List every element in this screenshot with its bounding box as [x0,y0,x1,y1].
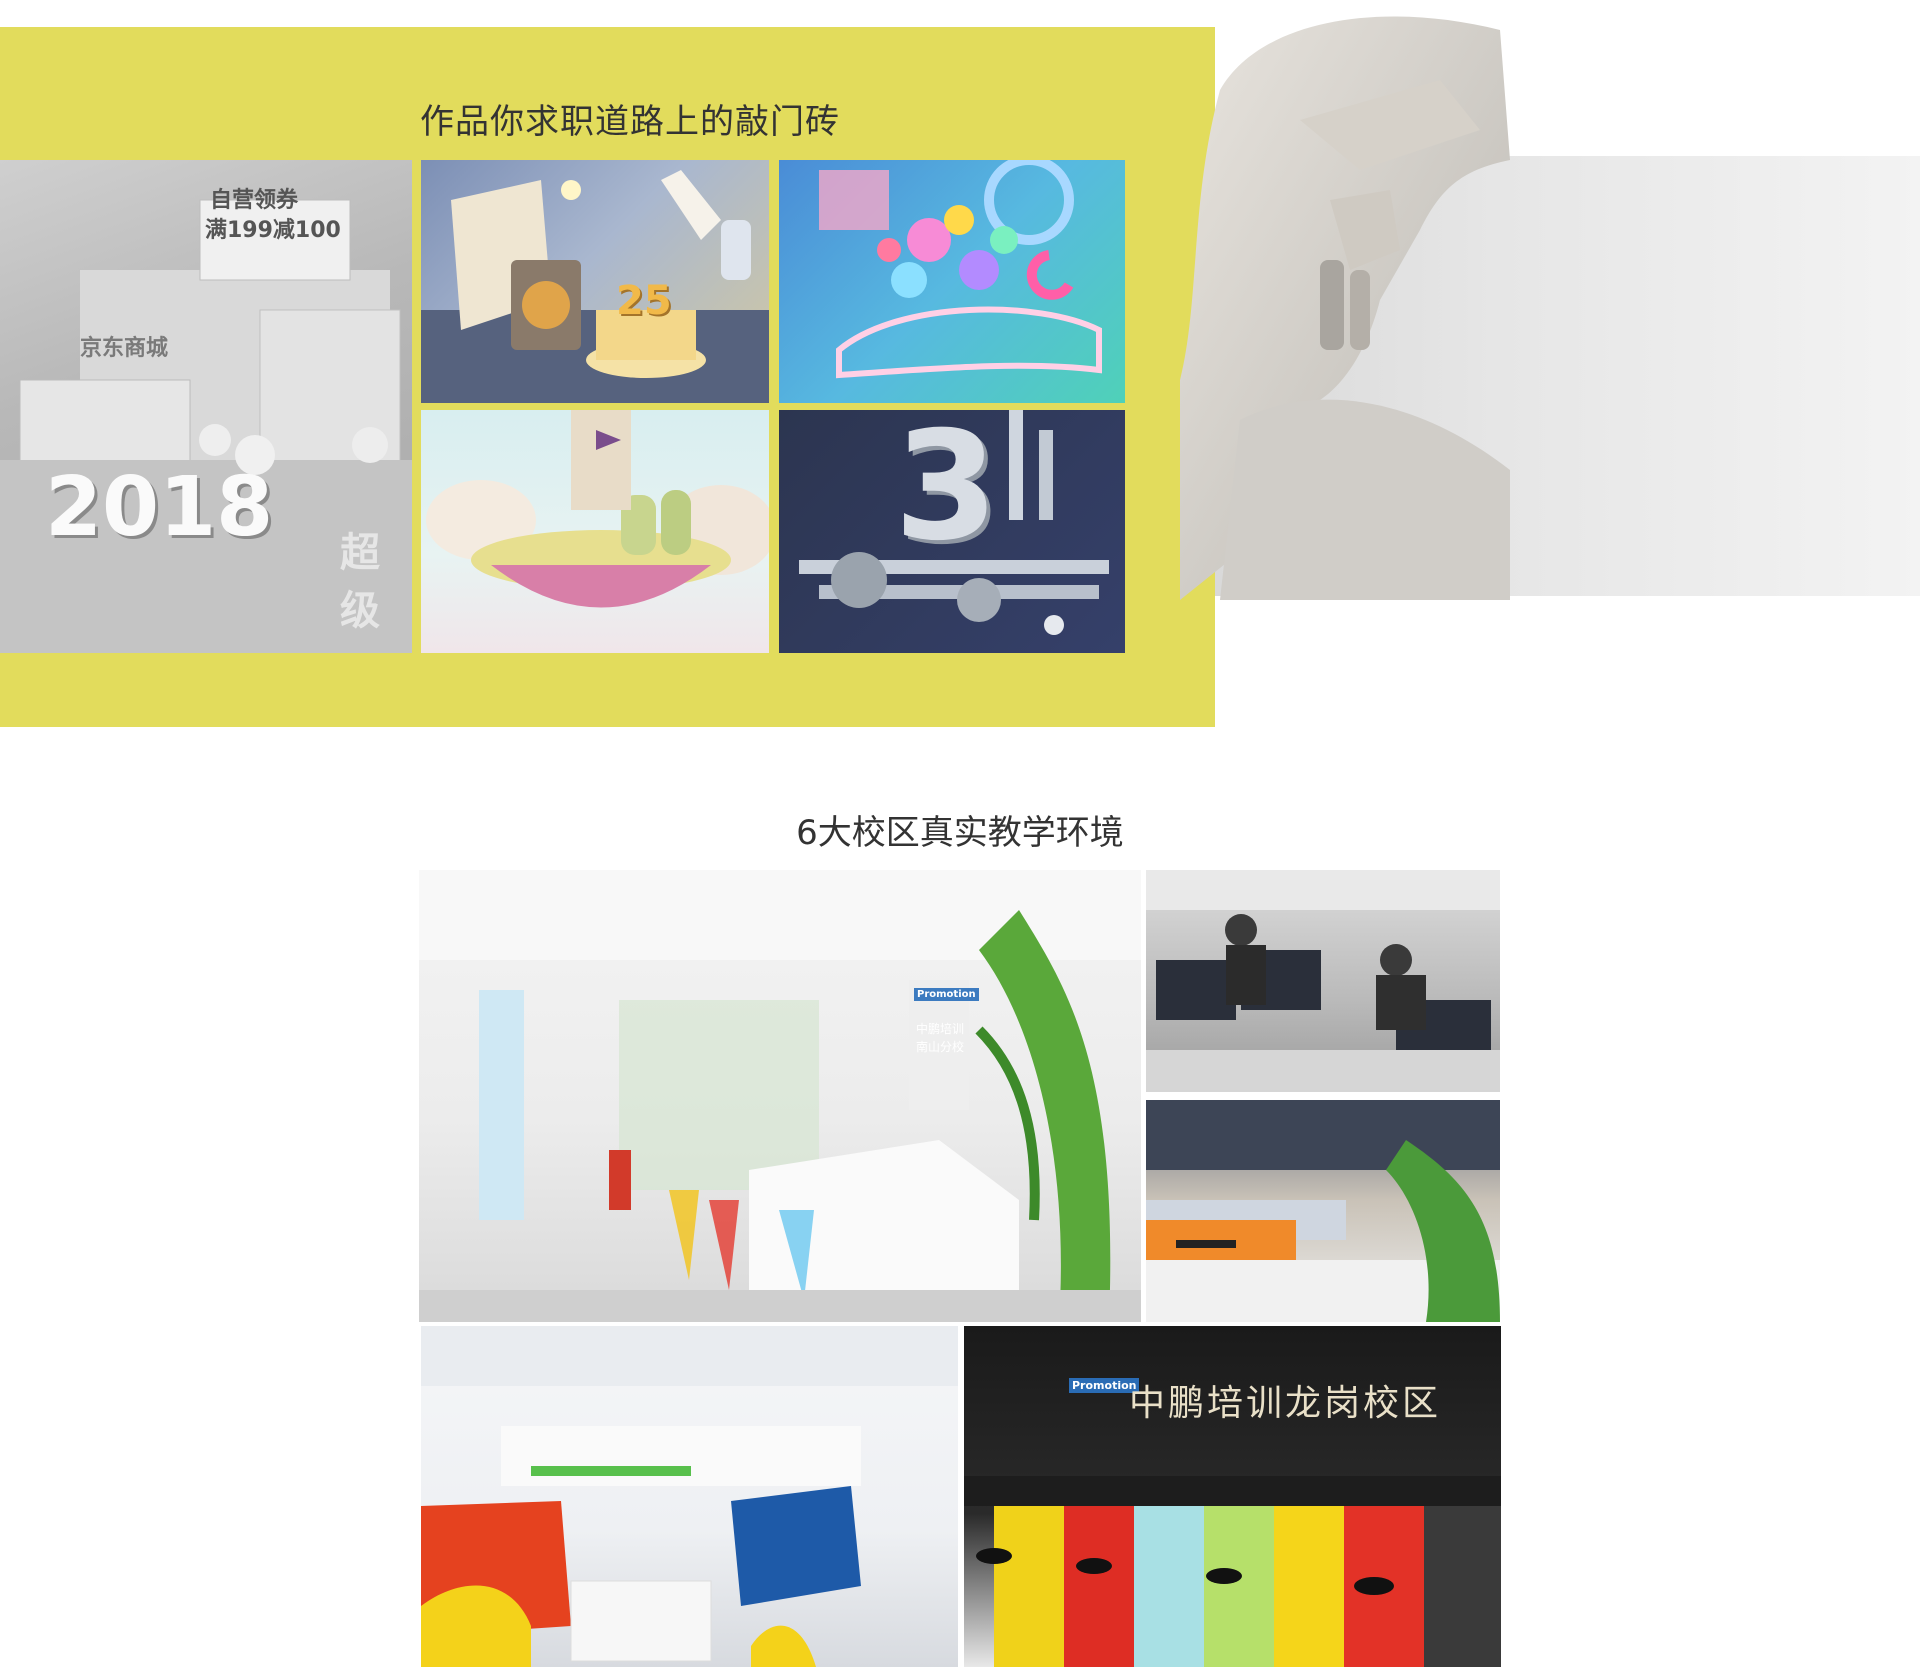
longgang-sign: 中鹏培训龙岗校区 [1129,1383,1442,1424]
three-number: 3 [894,410,999,574]
super-label: 超级 [340,530,380,634]
portfolio-tile-island [421,410,769,653]
computer-lab-scene-1 [1146,870,1500,1092]
reception-sign-line1: 中鹏培训 [916,1022,965,1036]
floating-island-illustration [426,410,769,608]
photo-longgang-campus: Promotion 中鹏培训龙岗校区 [964,1326,1501,1667]
photo-computer-lab-2 [1146,1100,1500,1322]
jd-store-label: 京东商城 [80,336,169,361]
portfolio-tile-three: 3 [779,410,1125,653]
portfolio-tile-2018: 自营领券 满199减100 京东商城 2018 超级 [0,160,412,653]
coupon-label: 自营领券 [210,188,299,213]
year-label: 2018 [45,460,274,555]
robot-sculpture-image [1180,16,1510,600]
coupon-amount: 满199减100 [205,218,341,243]
lounge-scene [421,1326,958,1667]
photo-lounge [421,1326,958,1667]
portfolio-heading: 作品你求职道路上的敲门砖 [420,102,840,142]
portfolio-tile-cake: 25 [421,160,769,403]
spheres-illustration [819,160,1102,379]
reception-brand-logo: Promotion [914,988,979,1001]
photo-reception: Promotion 中鹏培训 南山分校 [419,870,1141,1322]
reception-sign-line2: 南山分校 [916,1040,965,1054]
photo-computer-lab-1 [1146,870,1500,1092]
campus-heading: 6大校区真实教学环境 [796,813,1124,853]
reception-scene [419,870,1141,1322]
cake-illustration [421,170,769,403]
cake-number: 25 [616,278,672,324]
computer-lab-scene-2 [1146,1100,1500,1322]
portfolio-tile-spheres [779,160,1125,403]
